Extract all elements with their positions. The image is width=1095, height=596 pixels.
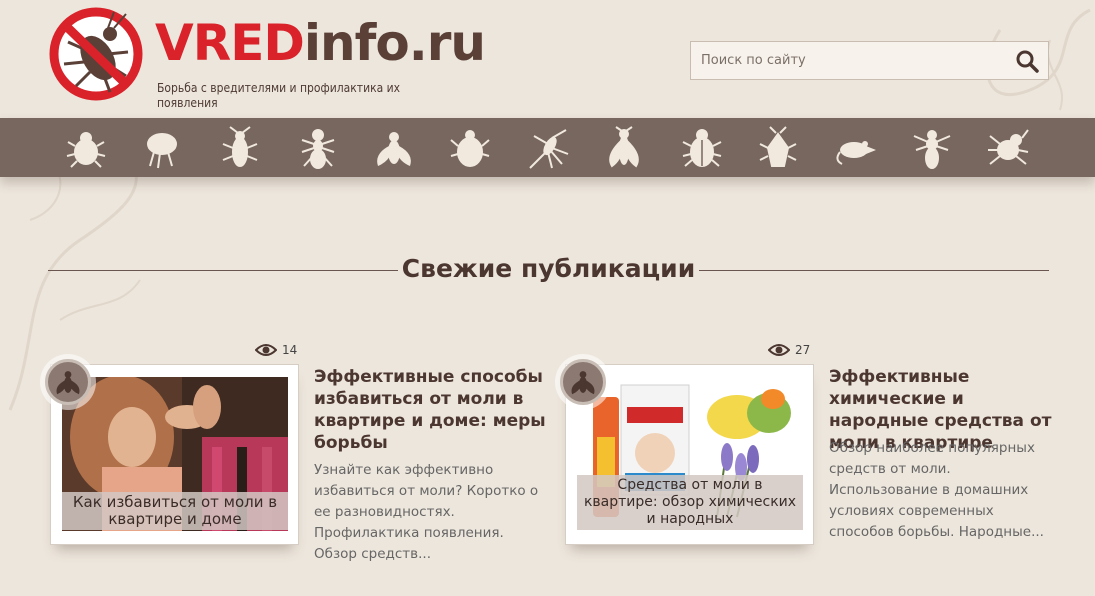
post-card: 14 Как избавиться от моли в квартире и д… <box>40 340 550 570</box>
section-divider <box>699 270 1049 271</box>
search-box <box>690 41 1049 80</box>
cockroach-icon[interactable] <box>216 124 264 172</box>
post-title-link[interactable]: Эффективные способы избавиться от моли в… <box>314 366 546 454</box>
rat-icon[interactable] <box>832 124 880 172</box>
mosquito-icon[interactable] <box>524 124 572 172</box>
fly-icon <box>56 371 80 395</box>
views-counter: 14 <box>255 342 297 358</box>
category-badge[interactable] <box>40 354 96 410</box>
views-count: 27 <box>795 343 811 357</box>
eye-icon <box>768 344 790 356</box>
views-count: 14 <box>282 343 298 357</box>
category-badge[interactable] <box>555 354 611 410</box>
brand-part-dark: info.ru <box>303 14 486 72</box>
pest-category-nav <box>0 118 1095 177</box>
flea-icon[interactable] <box>138 124 186 172</box>
bug-icon[interactable] <box>62 124 110 172</box>
post-excerpt: Обзор наиболее популярных средств от мол… <box>829 440 1044 540</box>
bedbug-icon[interactable] <box>754 124 802 172</box>
eye-icon <box>255 344 277 356</box>
fly-icon[interactable] <box>370 124 418 172</box>
tick-icon[interactable] <box>446 124 494 172</box>
post-card: 27 Средства от моли в квартире: обзор хи <box>555 340 1065 570</box>
search-icon <box>1016 50 1039 73</box>
post-excerpt: Узнайте как эффективно избавиться от мол… <box>314 462 539 562</box>
search-button[interactable] <box>1006 42 1048 79</box>
fly-icon <box>571 371 595 395</box>
thumbnail-caption: Как избавиться от моли в квартире и доме <box>62 492 288 530</box>
section-header: Свежие публикации <box>48 250 1049 296</box>
moth-icon[interactable] <box>600 124 648 172</box>
spider-mite-icon[interactable] <box>984 124 1032 172</box>
brand-part-red: VRED <box>155 14 305 72</box>
section-divider <box>48 270 398 271</box>
site-header: VRED info.ru Борьба с вредителями и профи… <box>0 0 1095 118</box>
ant-icon[interactable] <box>294 124 342 172</box>
site-brand[interactable]: VRED info.ru <box>155 14 486 72</box>
views-counter: 27 <box>768 342 810 358</box>
beetle-icon[interactable] <box>678 124 726 172</box>
site-tagline: Борьба с вредителями и профилактика их п… <box>157 81 401 110</box>
search-input[interactable] <box>691 42 1006 79</box>
thumbnail-caption: Средства от моли в квартире: обзор химич… <box>577 475 803 530</box>
wasp-icon[interactable] <box>908 124 956 172</box>
section-title: Свежие публикации <box>401 254 696 283</box>
no-cockroach-logo-icon[interactable] <box>48 6 144 102</box>
